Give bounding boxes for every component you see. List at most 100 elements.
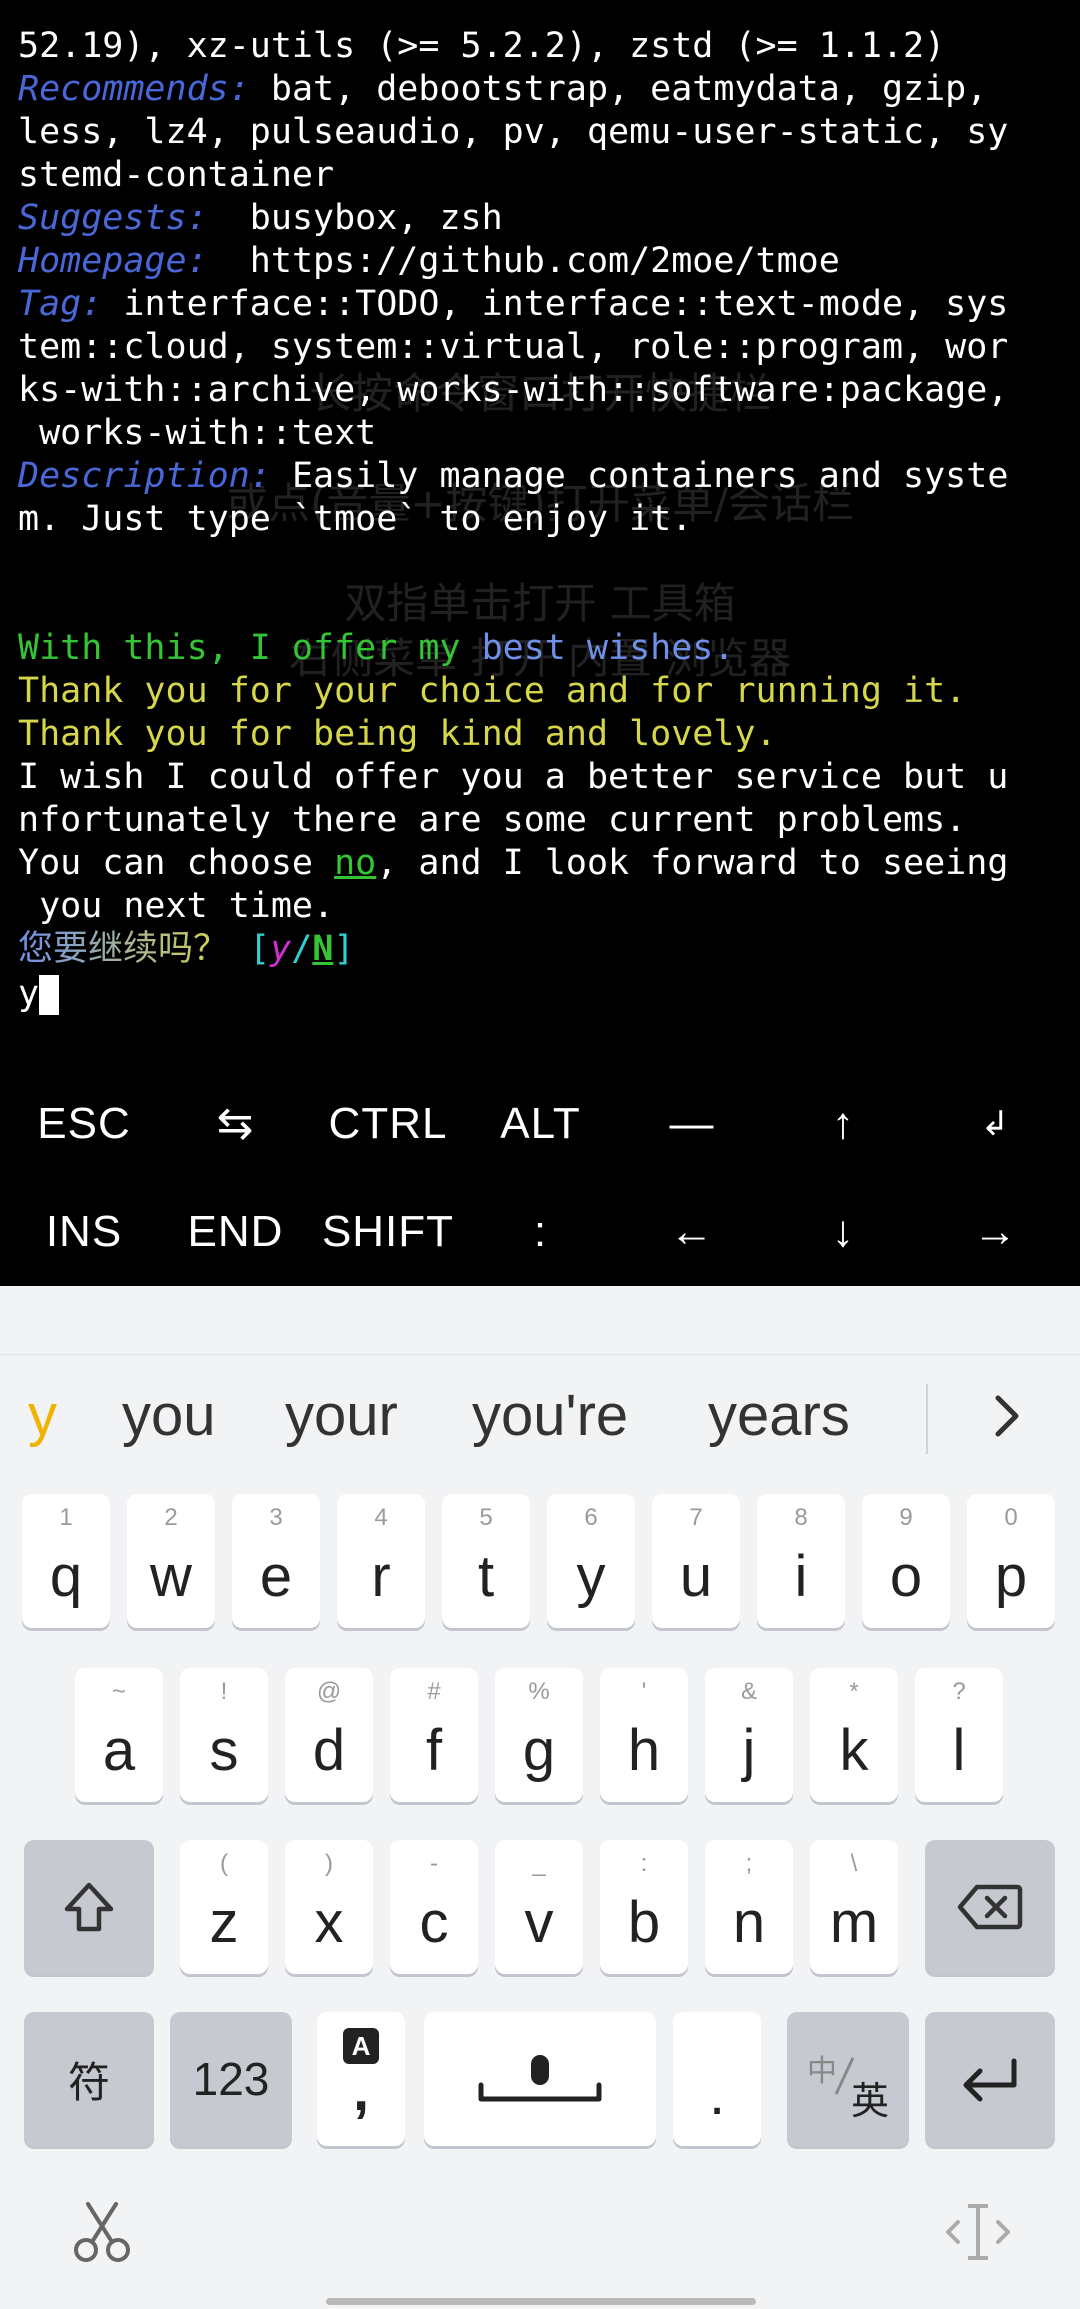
arrow-right-icon[interactable]: → [911, 1178, 1080, 1286]
terminal-line: Homepage: https://github.com/2moe/tmoe [18, 240, 840, 283]
field-value: interface::TODO, interface::text-mode, s… [102, 284, 1009, 324]
candidate-item[interactable]: you [122, 1346, 216, 1486]
key-label: m [829, 1890, 879, 1955]
key[interactable]: 9o [862, 1494, 950, 1628]
backspace-icon [925, 1840, 1055, 1974]
key[interactable]: 5t [442, 1494, 530, 1628]
key[interactable]: _ v [495, 1840, 583, 1974]
key-label: v [524, 1890, 554, 1955]
key[interactable]: 2w [127, 1494, 215, 1628]
symbol-key[interactable]: 符 [24, 2012, 154, 2146]
cursor-move-icon[interactable] [940, 2196, 1016, 2268]
key[interactable]: ' h [600, 1668, 688, 1802]
field-key: Recommends: [18, 69, 250, 109]
key-hint: 4 [374, 1504, 388, 1531]
arrow-left-icon[interactable]: ← [608, 1178, 776, 1286]
wish-text-highlight: best wishes. [481, 628, 735, 668]
terminal-line: stemd-container [18, 155, 335, 195]
number-key[interactable]: 123 [170, 2012, 292, 2146]
shift-key[interactable]: SHIFT [303, 1178, 473, 1286]
key[interactable]: 6y [547, 1494, 635, 1628]
key-label: l [952, 1718, 966, 1783]
choose-text: You can choose [18, 843, 335, 883]
comma-label: , [352, 2058, 370, 2123]
key[interactable]: 1q [22, 1494, 110, 1628]
scissors-icon[interactable] [66, 2196, 138, 2268]
key[interactable]: @ d [285, 1668, 373, 1802]
key-label: i [794, 1544, 808, 1609]
key[interactable]: % g [495, 1668, 583, 1802]
key[interactable]: -c [390, 1840, 478, 1974]
candidate-item[interactable]: your [285, 1346, 398, 1486]
typed-input: y [18, 974, 40, 1014]
enter-key-icon[interactable]: ↲ [911, 1070, 1080, 1178]
shift-key[interactable] [24, 1840, 154, 1974]
enter-key[interactable] [925, 2012, 1055, 2146]
prompt-yes: y [270, 929, 292, 969]
period-label: . [708, 2062, 726, 2127]
key-hint: : [640, 1850, 648, 1877]
terminal-output[interactable]: 长按命令窗口打开快捷栏 或点(音量+按键)打开菜单/会话栏 双指单击打开 工具箱… [0, 0, 1080, 1070]
key[interactable]: \ m [810, 1840, 898, 1974]
arrow-down-icon[interactable]: ↓ [776, 1178, 911, 1286]
microphone-icon [424, 2012, 656, 2146]
backspace-key[interactable] [925, 1840, 1055, 1974]
expand-candidates-icon[interactable] [970, 1376, 1044, 1456]
key[interactable]: ; n [705, 1840, 793, 1974]
key[interactable]: & j [705, 1668, 793, 1802]
key-label: n [732, 1890, 766, 1955]
key[interactable]: ! s [180, 1668, 268, 1802]
key[interactable]: 0p [967, 1494, 1055, 1628]
language-switch-key[interactable]: 中 英 [787, 2012, 909, 2146]
key-hint: & [740, 1678, 757, 1705]
tab-key-icon[interactable]: ⇆ [168, 1070, 303, 1178]
ctrl-key[interactable]: CTRL [303, 1070, 473, 1178]
space-key[interactable] [424, 2012, 656, 2146]
key[interactable]: 7u [652, 1494, 740, 1628]
key-hint: 1 [59, 1504, 73, 1531]
watermark-hint-3: 双指单击打开 工具箱 [344, 579, 736, 628]
key-label: s [209, 1718, 239, 1783]
home-indicator[interactable] [326, 2298, 756, 2305]
comma-key[interactable]: A , [317, 2012, 405, 2146]
period-key[interactable]: . [673, 2012, 761, 2146]
key[interactable]: 4r [337, 1494, 425, 1628]
key-label: x [314, 1890, 344, 1955]
lang-en-label: 英 [851, 2081, 890, 2123]
key[interactable]: (z [180, 1840, 268, 1974]
ins-key[interactable]: INS [0, 1178, 168, 1286]
key-hint: * [849, 1678, 859, 1705]
prompt-slash: / [291, 929, 313, 969]
candidate-item[interactable]: years [708, 1346, 850, 1486]
key-hint: 6 [584, 1504, 598, 1531]
terminal-line: tem::cloud, system::virtual, role::progr… [18, 327, 1009, 367]
key[interactable]: :b [600, 1840, 688, 1974]
prompt-no-default: N [312, 929, 334, 969]
alt-key[interactable]: ALT [473, 1070, 608, 1178]
key-hint: - [430, 1850, 438, 1877]
terminal-line: 52.19), xz-utils (>= 5.2.2), zstd (>= 1.… [18, 26, 946, 66]
key-hint: 3 [269, 1504, 283, 1531]
key[interactable]: # f [390, 1668, 478, 1802]
end-key[interactable]: END [168, 1178, 303, 1286]
soft-keyboard: y you your you're years 1q 2w 3e 4r 5t 6… [0, 1286, 1080, 2309]
colon-key[interactable]: : [473, 1178, 608, 1286]
key-hint: 5 [479, 1504, 493, 1531]
key[interactable]: ) x [285, 1840, 373, 1974]
arrow-up-icon[interactable]: ↑ [776, 1070, 911, 1178]
candidate-item[interactable]: you're [472, 1346, 628, 1486]
esc-key[interactable]: ESC [0, 1070, 168, 1178]
key[interactable]: ? l [915, 1668, 1003, 1802]
candidate-item[interactable]: y [28, 1346, 57, 1486]
field-value: busybox, zsh [207, 198, 503, 238]
key[interactable]: * k [810, 1668, 898, 1802]
key-hint: ( [220, 1850, 228, 1877]
key[interactable]: 3e [232, 1494, 320, 1628]
field-value: https://github.com/2moe/tmoe [207, 241, 840, 281]
input-line[interactable]: y [18, 973, 60, 1016]
key-hint: @ [316, 1678, 342, 1705]
key[interactable]: 8i [757, 1494, 845, 1628]
key[interactable]: ~ a [75, 1668, 163, 1802]
dash-key[interactable]: — [608, 1070, 776, 1178]
key-label: u [679, 1544, 713, 1609]
